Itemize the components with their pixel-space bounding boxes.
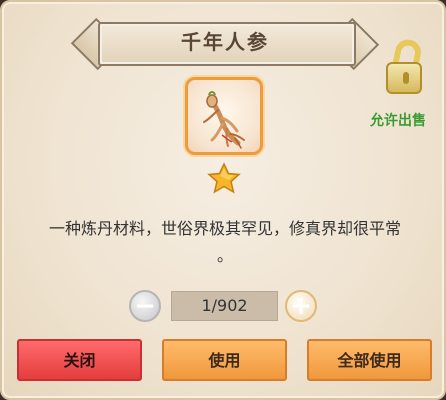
item-description: 一种炼丹材料，世俗界极其罕见，修真界却很平常 xyxy=(48,219,401,238)
item-title: 千年人参 xyxy=(181,30,269,54)
plus-icon: + xyxy=(290,291,312,321)
use-button[interactable]: 使用 xyxy=(162,339,287,381)
quantity-field[interactable]: 1/902 xyxy=(171,291,278,321)
item-detail-dialog: 千年人参 允许出售 一种炼丹材料，世俗界极其罕见，修真界却很平常 。 − 1/9… xyxy=(0,0,446,400)
allow-sale-label: 允许出售 xyxy=(370,113,426,129)
item-description-end: 。 xyxy=(216,246,233,265)
item-icon-frame xyxy=(185,77,263,155)
ginseng-root-icon xyxy=(203,91,245,149)
rarity-star-icon xyxy=(207,162,241,194)
close-button[interactable]: 关闭 xyxy=(17,339,142,381)
unlocked-padlock-icon[interactable] xyxy=(384,37,424,94)
decrease-quantity-button[interactable]: − xyxy=(129,290,161,322)
use-all-button[interactable]: 全部使用 xyxy=(307,339,432,381)
minus-icon: − xyxy=(134,291,156,321)
title-banner: 千年人参 xyxy=(70,17,380,71)
increase-quantity-button[interactable]: + xyxy=(285,290,317,322)
